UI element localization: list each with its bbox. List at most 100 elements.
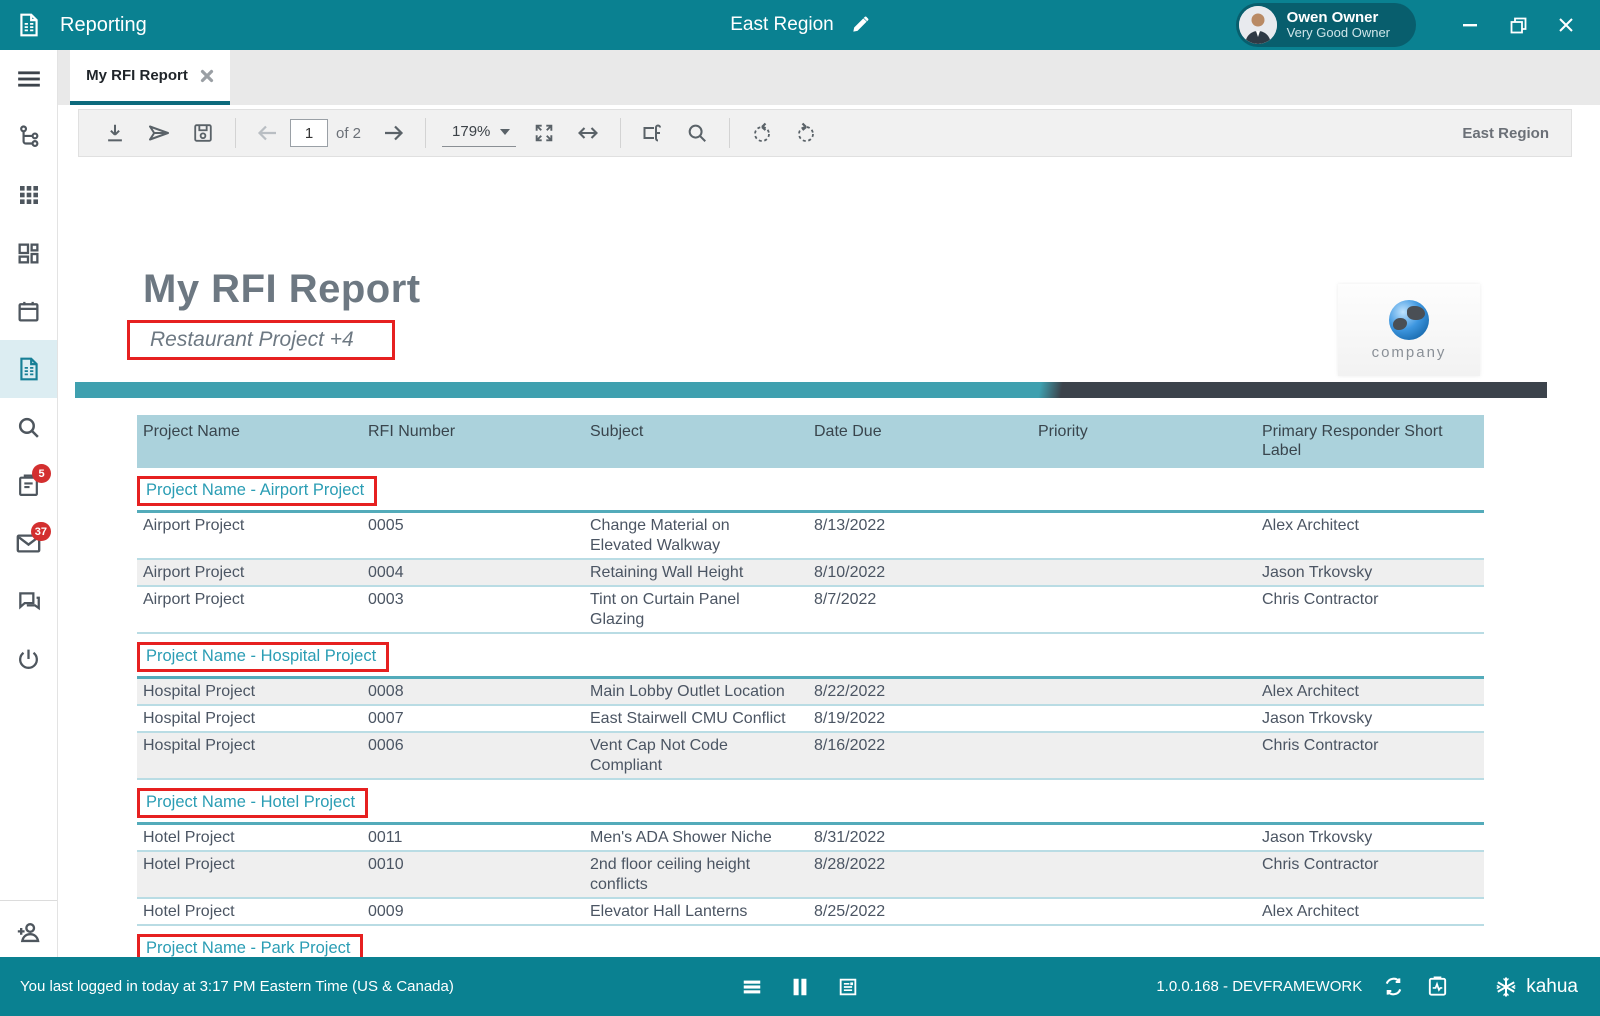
cell-priority: [1032, 899, 1256, 924]
sidebar-item-reports[interactable]: [0, 340, 57, 398]
report-viewer[interactable]: My RFI Report Restaurant Project +4 comp…: [58, 207, 1600, 957]
report-page: My RFI Report Restaurant Project +4 comp…: [75, 207, 1547, 957]
fullscreen-button[interactable]: [522, 113, 566, 153]
user-role: Very Good Owner: [1286, 25, 1390, 41]
cell-responder: Jason Trkovsky: [1262, 710, 1373, 727]
cell-subject: Retaining Wall Height: [590, 564, 744, 581]
chevron-down-icon: [500, 128, 511, 135]
rotate-ccw-button[interactable]: [740, 113, 784, 153]
download-button[interactable]: [93, 113, 137, 153]
cell-project: Airport Project: [143, 564, 245, 581]
cell-responder: Chris Contractor: [1262, 591, 1379, 608]
cell-priority: [1032, 587, 1256, 632]
cell-responder: Alex Architect: [1262, 903, 1359, 920]
minimize-button[interactable]: [1450, 8, 1490, 42]
sidebar-item-search[interactable]: [0, 398, 57, 456]
edit-pencil-icon[interactable]: [850, 15, 870, 35]
previous-page-button[interactable]: [246, 113, 290, 153]
cell-project: Hotel Project: [143, 829, 235, 846]
main-area: My RFI Report 1 of 2 179% East Region My…: [58, 50, 1600, 957]
toolbar-separator: [425, 118, 427, 148]
sidebar: 5 37: [0, 50, 58, 957]
sidebar-item-invite-user[interactable]: [0, 907, 57, 957]
sidebar-item-mail[interactable]: 37: [0, 514, 57, 572]
cell-date: 8/28/2022: [814, 856, 886, 873]
cell-subject: Men's ADA Shower Niche: [590, 829, 772, 846]
sidebar-item-tasks[interactable]: 5: [0, 456, 57, 514]
tab-strip: My RFI Report: [58, 50, 1600, 105]
news-view-icon[interactable]: [835, 974, 861, 1000]
page-number-input[interactable]: [290, 119, 328, 147]
report-document-icon: [16, 356, 42, 382]
cell-priority: [1032, 825, 1256, 850]
group-header-label: Project Name - Hospital Project: [137, 642, 390, 672]
avatar: [1238, 6, 1277, 44]
toolbar-separator: [235, 118, 236, 148]
zoom-dropdown[interactable]: 179%: [442, 119, 517, 147]
cell-rfi: 0005: [368, 517, 404, 534]
column-header: Date Due: [814, 423, 882, 440]
cell-priority: [1032, 560, 1256, 585]
cell-date: 8/22/2022: [814, 683, 886, 700]
sidebar-item-apps[interactable]: [0, 166, 57, 224]
cell-subject: East Stairwell CMU Conflict: [590, 710, 786, 727]
cell-rfi: 0007: [368, 710, 404, 727]
cell-priority: [1032, 852, 1256, 897]
sidebar-item-signout[interactable]: [0, 630, 57, 688]
cell-responder: Chris Contractor: [1262, 856, 1379, 873]
group-rows: Airport Project 0005 Change Material on El…: [137, 510, 1484, 634]
table-group: Project Name - Hotel Project Hotel Projec…: [137, 788, 1484, 926]
cell-rfi: 0006: [368, 737, 404, 754]
group-header-label: Project Name - Park Project: [137, 934, 364, 957]
table-header-row: Project Name RFI Number Subject Date Due…: [137, 415, 1484, 468]
cell-responder: Jason Trkovsky: [1262, 829, 1373, 846]
search-document-button[interactable]: [675, 113, 719, 153]
text-select-button[interactable]: [631, 113, 675, 153]
tab-close-icon[interactable]: [200, 69, 214, 83]
cell-project: Hospital Project: [143, 710, 256, 727]
fit-width-button[interactable]: [566, 113, 610, 153]
close-button[interactable]: [1546, 8, 1586, 42]
cell-responder: Jason Trkovsky: [1262, 564, 1373, 581]
cell-date: 8/7/2022: [814, 591, 877, 608]
power-icon: [16, 647, 41, 672]
tab-my-rfi-report[interactable]: My RFI Report: [70, 50, 230, 105]
save-button[interactable]: [181, 113, 225, 153]
cell-rfi: 0010: [368, 856, 404, 873]
globe-icon: [1389, 299, 1429, 340]
cell-date: 8/16/2022: [814, 737, 886, 754]
group-rows: Hotel Project 0011 Men's ADA Shower Niche 8…: [137, 822, 1484, 926]
sidebar-item-dashboard[interactable]: [0, 224, 57, 282]
cell-project: Airport Project: [143, 517, 245, 534]
user-chip[interactable]: Owen Owner Very Good Owner: [1235, 3, 1416, 47]
cell-date: 8/10/2022: [814, 564, 886, 581]
column-view-icon[interactable]: [787, 974, 813, 1000]
next-page-button[interactable]: [371, 113, 415, 153]
cell-date: 8/13/2022: [814, 517, 886, 534]
top-bar-right: Owen Owner Very Good Owner: [1235, 3, 1600, 47]
list-view-icon[interactable]: [739, 974, 765, 1000]
sidebar-item-calendar[interactable]: [0, 282, 57, 340]
group-header-row: Project Name - Park Project: [137, 934, 1484, 957]
toolbar-context-label: East Region: [1462, 124, 1549, 142]
sidebar-item-workflow[interactable]: [0, 108, 57, 166]
cell-project: Hotel Project: [143, 903, 235, 920]
sidebar-item-messages[interactable]: [0, 572, 57, 630]
table-row: Airport Project 0005 Change Material on El…: [137, 513, 1484, 560]
send-button[interactable]: [137, 113, 181, 153]
sidebar-item-menu[interactable]: [0, 50, 57, 108]
report-app-icon: [16, 12, 42, 38]
restore-button[interactable]: [1498, 8, 1538, 42]
group-header-row: Project Name - Airport Project: [137, 476, 1484, 506]
table-row: Hotel Project 0011 Men's ADA Shower Niche 8…: [137, 825, 1484, 852]
cell-rfi: 0003: [368, 591, 404, 608]
rotate-cw-button[interactable]: [784, 113, 828, 153]
column-header: Priority: [1038, 423, 1088, 440]
hamburger-icon: [16, 66, 42, 92]
add-person-icon: [15, 919, 42, 946]
top-bar: Reporting East Region Owen Owner Very Go…: [0, 0, 1600, 50]
table-row: Hospital Project 0008 Main Lobby Outlet Lo…: [137, 679, 1484, 706]
company-logo-text: company: [1371, 343, 1447, 361]
cell-date: 8/31/2022: [814, 829, 886, 846]
